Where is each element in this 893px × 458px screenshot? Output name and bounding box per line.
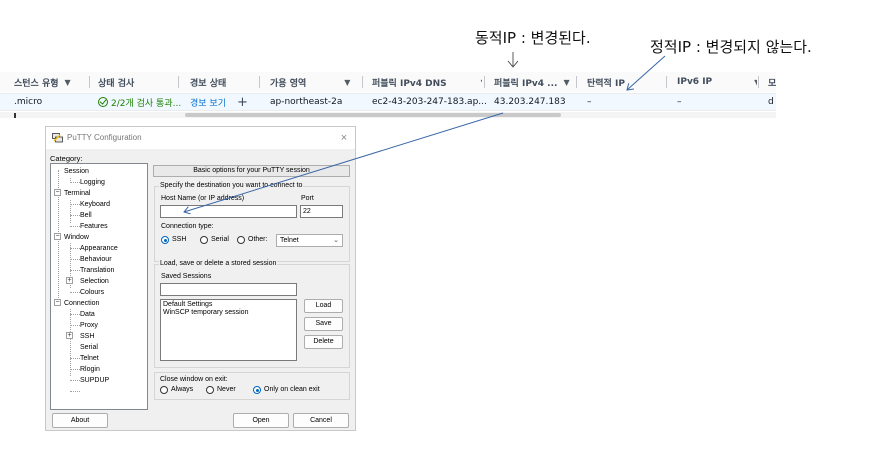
- sort-down-icon: ▼: [754, 78, 757, 87]
- cancel-button[interactable]: Cancel: [293, 413, 349, 428]
- col-alarm-status[interactable]: 경보 상태: [190, 72, 260, 92]
- tree-item-connection[interactable]: Connection: [64, 299, 99, 308]
- sessions-list[interactable]: Default Settings WinSCP temporary sessio…: [160, 299, 297, 361]
- collapse-icon[interactable]: −: [54, 189, 61, 196]
- saved-session-input[interactable]: [160, 283, 297, 296]
- sort-down-icon: ▼: [481, 78, 482, 87]
- always-radio[interactable]: [160, 386, 168, 394]
- sort-down-icon: ▼: [344, 77, 351, 87]
- col-public-dns[interactable]: 퍼블릭 IPv4 DNS▼: [372, 72, 482, 92]
- tree-item-telnet[interactable]: Telnet: [80, 354, 99, 363]
- tree-item-ssh[interactable]: SSH: [80, 332, 94, 341]
- elastic-ip-cell: –: [587, 97, 592, 107]
- col-ipv6[interactable]: IPv6 IP▼: [677, 72, 757, 92]
- tree-item-selection[interactable]: Selection: [80, 277, 109, 286]
- instance-table-header: 스턴스 유형▼ 상태 검사 경보 상태 가용 영역▼ 퍼블릭 IPv4 DNS▼…: [0, 72, 776, 92]
- horizontal-scrollbar[interactable]: [0, 112, 776, 118]
- collapse-icon[interactable]: −: [54, 299, 61, 306]
- divider: [14, 113, 16, 118]
- tree-item-keyboard[interactable]: Keyboard: [80, 200, 110, 209]
- col-instance-type[interactable]: 스턴스 유형 ▼: [14, 72, 94, 92]
- tree-item-session[interactable]: Session: [64, 167, 89, 176]
- list-item[interactable]: Default Settings: [163, 301, 294, 309]
- never-radio-label[interactable]: Never: [217, 386, 236, 393]
- availability-zone-cell: ap-northeast-2a: [270, 97, 343, 107]
- col-public-ipv4[interactable]: 퍼블릭 IPv4 ... ▼: [494, 72, 574, 92]
- col-more[interactable]: 모: [768, 72, 776, 92]
- only-clean-exit-radio[interactable]: [253, 386, 261, 394]
- tree-item-behaviour[interactable]: Behaviour: [80, 255, 112, 264]
- static-ip-annotation: 정적IP : 변경되지 않는다.: [650, 38, 812, 56]
- tree-item-data[interactable]: Data: [80, 310, 95, 319]
- col-status-check[interactable]: 상태 검사: [98, 72, 178, 92]
- category-tree[interactable]: Session Logging − Terminal Keyboard Bell…: [50, 163, 148, 410]
- extra-cell: d: [768, 97, 774, 107]
- serial-radio-label[interactable]: Serial: [211, 236, 229, 243]
- saved-sessions-label: Saved Sessions: [161, 273, 212, 280]
- destination-group-label: Specify the destination you want to conn…: [159, 182, 304, 189]
- host-name-label: Host Name (or IP address): [161, 195, 245, 202]
- tree-item-logging[interactable]: Logging: [80, 178, 105, 187]
- about-button[interactable]: About: [52, 413, 108, 428]
- check-circle-icon: [98, 97, 108, 107]
- host-name-input[interactable]: [160, 205, 297, 218]
- tree-item-appearance[interactable]: Appearance: [80, 244, 118, 253]
- scrollbar-thumb[interactable]: [185, 113, 561, 117]
- collapse-icon[interactable]: −: [54, 233, 61, 240]
- connection-type-label: Connection type:: [161, 223, 214, 230]
- save-button[interactable]: Save: [304, 317, 343, 331]
- serial-radio[interactable]: [200, 236, 208, 244]
- dynamic-ip-arrowhead: [507, 60, 519, 68]
- close-icon[interactable]: ×: [337, 131, 351, 145]
- col-elastic-ip[interactable]: 탄력적 IP: [587, 72, 657, 92]
- instance-type-cell: .micro: [14, 97, 43, 107]
- list-item[interactable]: WinSCP temporary session: [163, 309, 294, 317]
- sort-down-icon: ▼: [563, 77, 570, 87]
- ipv6-cell: –: [677, 97, 682, 107]
- public-ipv4-cell: 43.203.247.183: [494, 97, 566, 107]
- tree-item-supdup[interactable]: SUPDUP: [80, 376, 109, 385]
- view-alarms-link[interactable]: 경보 보기: [190, 94, 226, 110]
- status-check-cell: 2/2개 검사 통과...: [98, 94, 181, 110]
- panel-header: Basic options for your PuTTY session: [153, 165, 350, 177]
- load-button[interactable]: Load: [304, 299, 343, 313]
- expand-icon[interactable]: +: [66, 332, 73, 339]
- titlebar: PuTTY Configuration ×: [46, 127, 355, 149]
- close-window-label: Close window on exit:: [160, 376, 228, 383]
- tree-item-window[interactable]: Window: [64, 233, 89, 242]
- category-label: Category:: [50, 154, 83, 163]
- sort-down-icon: ▼: [64, 77, 71, 87]
- port-input[interactable]: 22: [300, 205, 343, 218]
- never-radio[interactable]: [206, 386, 214, 394]
- putty-app-icon: [52, 133, 63, 143]
- port-label: Port: [301, 195, 314, 202]
- tree-item-bell[interactable]: Bell: [80, 211, 92, 220]
- instance-row[interactable]: .micro 2/2개 검사 통과... 경보 보기 + ap-northeas…: [0, 93, 776, 111]
- tree-item-serial[interactable]: Serial: [80, 343, 98, 352]
- tree-item-proxy[interactable]: Proxy: [80, 321, 98, 330]
- expand-icon[interactable]: +: [66, 277, 73, 284]
- chevron-down-icon: ⌄: [333, 237, 339, 244]
- ssh-radio-label[interactable]: SSH: [172, 236, 186, 243]
- tree-item-features[interactable]: Features: [80, 222, 108, 231]
- window-title: PuTTY Configuration: [67, 133, 142, 142]
- sessions-group-label: Load, save or delete a stored session: [159, 260, 278, 267]
- tree-item-colours[interactable]: Colours: [80, 288, 104, 297]
- col-availability-zone[interactable]: 가용 영역 ▼: [270, 72, 360, 92]
- only-clean-exit-label[interactable]: Only on clean exit: [264, 386, 320, 393]
- tree-item-rlogin[interactable]: Rlogin: [80, 365, 100, 374]
- delete-button[interactable]: Delete: [304, 335, 343, 349]
- protocol-select[interactable]: Telnet ⌄: [276, 234, 343, 247]
- other-radio[interactable]: [237, 236, 245, 244]
- other-radio-label[interactable]: Other:: [248, 236, 267, 243]
- putty-config-window: PuTTY Configuration × Category: Session …: [45, 126, 356, 431]
- always-radio-label[interactable]: Always: [171, 386, 193, 393]
- ssh-radio[interactable]: [161, 236, 169, 244]
- dynamic-ip-annotation: 동적IP : 변경된다.: [475, 29, 591, 47]
- tree-item-translation[interactable]: Translation: [80, 266, 114, 275]
- add-alarm-button[interactable]: +: [237, 94, 248, 110]
- open-button[interactable]: Open: [233, 413, 289, 428]
- tree-item-terminal[interactable]: Terminal: [64, 189, 90, 198]
- public-dns-cell: ec2-43-203-247-183.ap...: [372, 97, 487, 107]
